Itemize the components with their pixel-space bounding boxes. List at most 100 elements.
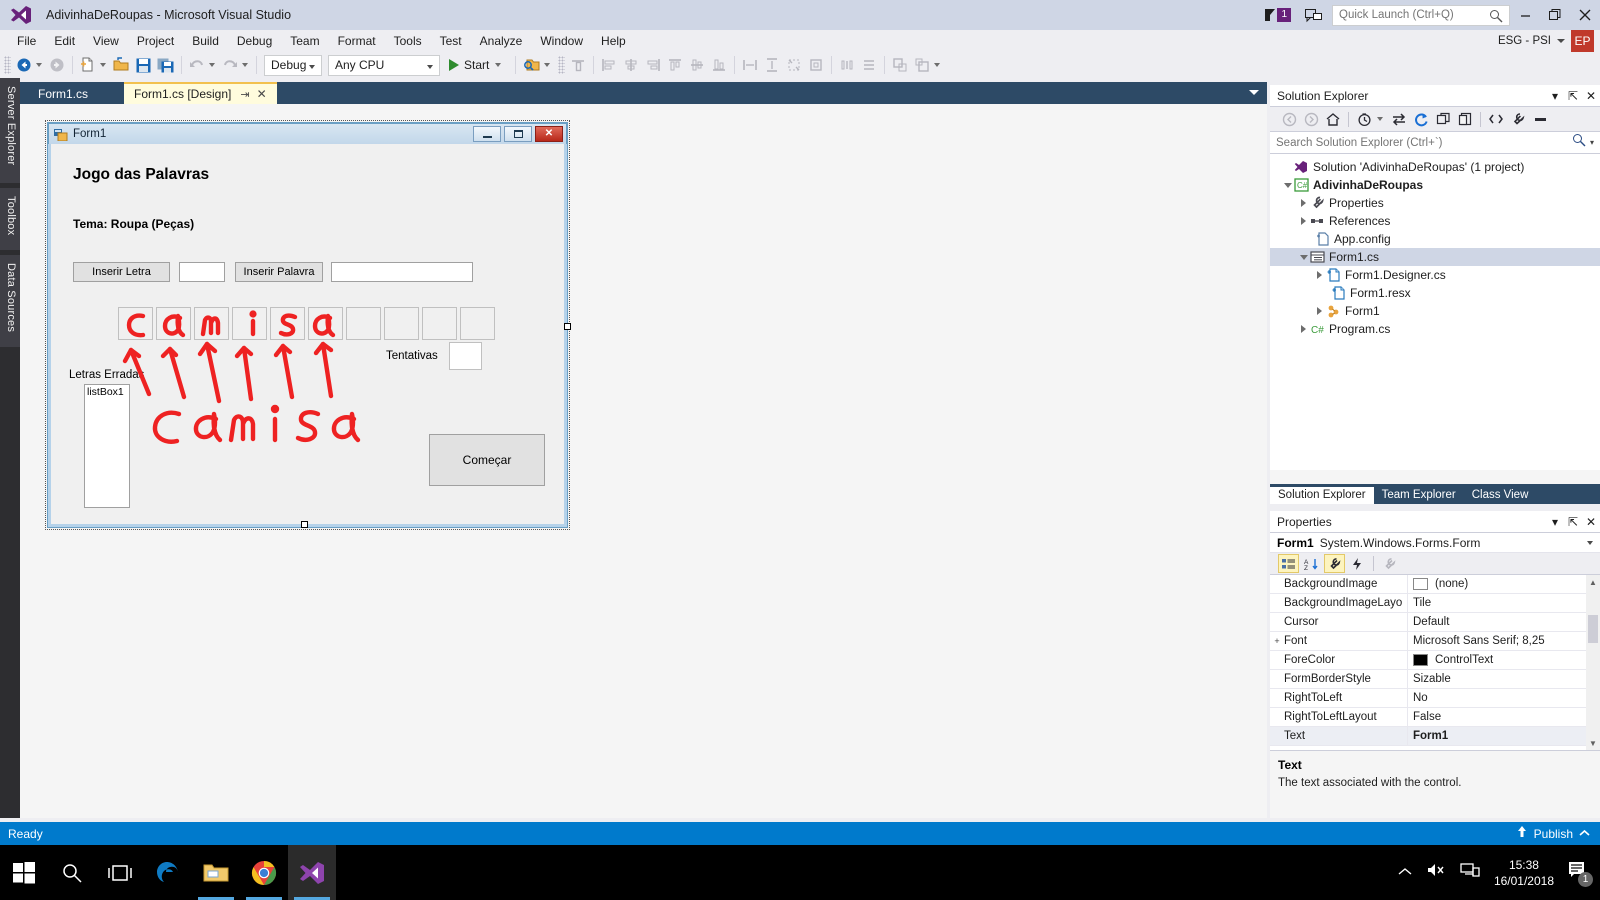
close-button[interactable] (1570, 1, 1600, 29)
close-icon[interactable]: ✕ (257, 87, 267, 101)
save-all-icon[interactable] (154, 54, 177, 76)
notification-flag-icon[interactable]: 1 (1264, 8, 1291, 22)
word-input[interactable] (331, 262, 473, 282)
menu-item-test[interactable]: Test (431, 31, 471, 51)
toolbar-grip[interactable] (4, 56, 11, 74)
scroll-down-icon[interactable]: ▼ (1586, 736, 1600, 750)
tool-tab-toolbox[interactable]: Toolbox (0, 188, 20, 250)
letter-box-5[interactable] (270, 307, 305, 340)
tree-node-solution[interactable]: Solution 'AdivinhaDeRoupas' (1 project) (1270, 158, 1600, 176)
home-icon[interactable] (1323, 109, 1343, 129)
menu-item-team[interactable]: Team (281, 31, 328, 51)
properties-grid[interactable]: BackgroundImage (none) BackgroundImageLa… (1270, 575, 1600, 750)
menu-item-view[interactable]: View (84, 31, 128, 51)
chevron-right-icon[interactable] (1314, 266, 1325, 284)
chevron-down-icon[interactable] (209, 63, 215, 67)
restore-button[interactable] (1540, 1, 1570, 29)
resize-grip-right[interactable] (564, 323, 571, 330)
close-icon[interactable]: ✕ (1582, 87, 1600, 105)
property-value[interactable]: Form1 (1407, 726, 1600, 746)
resize-grip-bottom[interactable] (301, 521, 308, 528)
open-file-icon[interactable] (110, 54, 133, 76)
menu-item-format[interactable]: Format (329, 31, 385, 51)
property-value[interactable]: False (1407, 707, 1600, 727)
tree-node-form1-class[interactable]: Form1 (1270, 302, 1600, 320)
insert-word-button[interactable]: Inserir Palavra (235, 262, 323, 282)
property-value[interactable]: (none) (1407, 575, 1600, 594)
tab-form1-cs[interactable]: Form1.cs (28, 84, 99, 104)
expander[interactable]: + (1270, 636, 1284, 646)
visual-studio-icon[interactable] (288, 845, 336, 900)
clock[interactable]: 15:38 16/01/2018 (1494, 857, 1554, 889)
properties-icon[interactable] (1324, 554, 1345, 573)
tool-tab-server-explorer[interactable]: Server Explorer (0, 78, 20, 183)
quick-launch-input[interactable] (1339, 9, 1489, 21)
tree-node-form1-cs[interactable]: Form1.cs (1270, 248, 1600, 266)
chevron-down-icon[interactable] (544, 63, 551, 67)
chevron-down-icon[interactable] (1282, 176, 1293, 194)
platform-combo[interactable]: Any CPU (328, 54, 440, 76)
chevron-down-icon[interactable] (36, 63, 42, 67)
start-button[interactable] (0, 845, 48, 900)
wrong-letters-listbox[interactable]: listBox1 (84, 384, 130, 508)
menu-item-help[interactable]: Help (592, 31, 635, 51)
property-row[interactable]: + Font Microsoft Sans Serif; 8,25 (1270, 631, 1600, 651)
property-row[interactable]: FormBorderStyle Sizable (1270, 669, 1600, 689)
avatar[interactable]: EP (1571, 29, 1594, 53)
scrollbar-thumb[interactable] (1588, 615, 1598, 643)
insert-letter-button[interactable]: Inserir Letra (73, 262, 170, 282)
collapse-all-icon[interactable] (1433, 109, 1453, 129)
new-project-icon[interactable] (77, 54, 99, 76)
menu-item-edit[interactable]: Edit (45, 31, 84, 51)
solution-explorer-search[interactable]: ▾ (1270, 132, 1600, 154)
property-value[interactable]: Tile (1407, 593, 1600, 613)
chevron-right-icon[interactable] (1298, 212, 1309, 230)
account-area[interactable]: ESG - PSI EP (1498, 29, 1600, 53)
property-value[interactable]: No (1407, 688, 1600, 708)
form-maximize-button[interactable] (504, 126, 532, 142)
property-value[interactable]: Sizable (1407, 669, 1600, 689)
alphabetical-icon[interactable]: AZ (1301, 554, 1322, 573)
start-debug-button[interactable]: Start (443, 54, 511, 76)
show-hidden-icons-chevron-up-icon[interactable] (1398, 864, 1412, 882)
chevron-up-icon[interactable] (1579, 825, 1590, 843)
tree-node-form1-resx[interactable]: Form1.resx (1270, 284, 1600, 302)
search-icon[interactable] (1572, 133, 1586, 152)
letter-box-6[interactable] (308, 307, 343, 340)
attempts-input[interactable] (449, 342, 482, 370)
tool-tab-data-sources[interactable]: Data Sources (0, 255, 20, 347)
show-all-files-icon[interactable] (1455, 109, 1475, 129)
chevron-down-icon[interactable] (495, 63, 502, 67)
letter-box-9[interactable] (422, 307, 457, 340)
menu-item-tools[interactable]: Tools (385, 31, 431, 51)
tab-solution-explorer[interactable]: Solution Explorer (1270, 487, 1374, 504)
chrome-icon[interactable] (240, 845, 288, 900)
tab-team-explorer[interactable]: Team Explorer (1374, 487, 1464, 504)
property-row[interactable]: BackgroundImageLayo Tile (1270, 593, 1600, 613)
volume-muted-icon[interactable] (1426, 862, 1446, 883)
designed-form[interactable]: Form1 ✕ Jogo das Palavras Tema: Roupa (P… (48, 123, 567, 527)
menu-item-build[interactable]: Build (183, 31, 228, 51)
property-value[interactable]: ControlText (1407, 650, 1600, 670)
toolbar-overflow-icon[interactable] (934, 63, 941, 67)
start-game-button[interactable]: Começar (429, 434, 545, 486)
task-view-icon[interactable] (96, 845, 144, 900)
property-row[interactable]: ForeColor ControlText (1270, 650, 1600, 670)
property-row[interactable]: Cursor Default (1270, 612, 1600, 632)
property-value[interactable]: Microsoft Sans Serif; 8,25 (1407, 631, 1600, 651)
property-row[interactable]: RightToLeft No (1270, 688, 1600, 708)
file-explorer-icon[interactable] (192, 845, 240, 900)
form-close-button[interactable]: ✕ (535, 126, 563, 142)
letter-input[interactable] (179, 262, 225, 282)
quick-launch-box[interactable] (1332, 4, 1510, 26)
properties-icon[interactable] (1508, 109, 1528, 129)
properties-object-selector[interactable]: Form1 System.Windows.Forms.Form (1270, 533, 1600, 553)
menu-item-debug[interactable]: Debug (228, 31, 281, 51)
property-value[interactable]: Default (1407, 612, 1600, 632)
tab-overflow-chevron-down-icon[interactable] (1249, 90, 1259, 95)
chevron-down-icon[interactable] (1587, 541, 1593, 545)
close-icon[interactable]: ✕ (1582, 513, 1600, 531)
letter-box-3[interactable] (194, 307, 229, 340)
publish-label[interactable]: Publish (1534, 827, 1573, 841)
tree-node-form1-designer-cs[interactable]: Form1.Designer.cs (1270, 266, 1600, 284)
